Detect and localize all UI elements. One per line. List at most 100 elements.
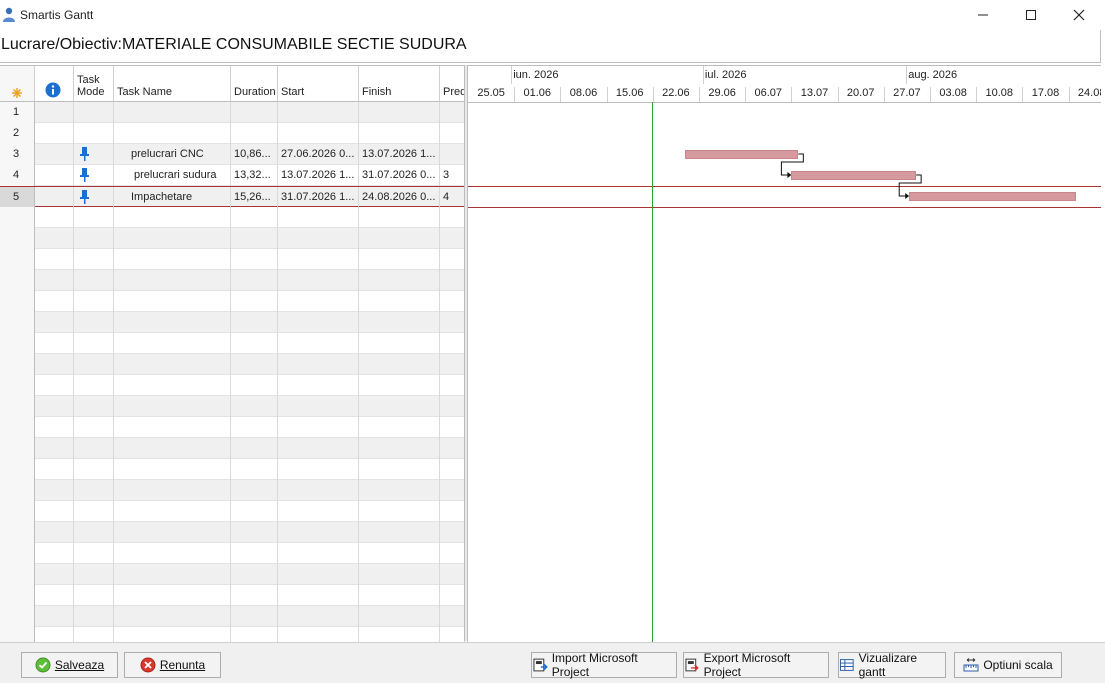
finish-cell[interactable] — [359, 249, 440, 270]
finish-cell[interactable] — [359, 501, 440, 522]
predecessors-cell[interactable] — [440, 102, 465, 123]
table-row[interactable] — [0, 396, 465, 417]
table-row[interactable] — [0, 312, 465, 333]
task-name-cell[interactable]: prelucrari CNC — [114, 144, 231, 165]
row-info-cell[interactable] — [35, 270, 74, 291]
row-number[interactable]: 1 — [0, 102, 35, 123]
row-number[interactable] — [0, 291, 35, 312]
finish-cell[interactable] — [359, 312, 440, 333]
predecessors-cell[interactable]: 4 — [440, 187, 465, 208]
task-name-cell[interactable] — [114, 459, 231, 480]
import-ms-project-button[interactable]: Import Microsoft Project — [531, 651, 677, 679]
start-cell[interactable] — [278, 228, 359, 249]
row-info-cell[interactable] — [35, 522, 74, 543]
task-name-cell[interactable] — [114, 333, 231, 354]
row-info-cell[interactable] — [35, 438, 74, 459]
start-cell[interactable] — [278, 564, 359, 585]
column-header-start[interactable]: Start — [278, 66, 359, 102]
start-cell[interactable] — [278, 102, 359, 123]
row-number[interactable] — [0, 480, 35, 501]
cancel-button[interactable]: Renunta — [124, 652, 221, 678]
row-number[interactable] — [0, 312, 35, 333]
task-mode-cell[interactable] — [74, 543, 114, 564]
row-info-cell[interactable] — [35, 207, 74, 228]
scale-options-button[interactable]: Optiuni scala — [954, 652, 1062, 678]
row-info-cell[interactable] — [35, 417, 74, 438]
maximize-button[interactable] — [1008, 0, 1054, 30]
row-info-cell[interactable] — [35, 249, 74, 270]
table-row[interactable] — [0, 522, 465, 543]
duration-cell[interactable] — [231, 543, 278, 564]
finish-cell[interactable]: 13.07.2026 1... — [359, 144, 440, 165]
column-header-task-mode[interactable]: Task Mode — [74, 66, 114, 102]
start-cell[interactable]: 31.07.2026 1... — [278, 187, 359, 208]
finish-cell[interactable] — [359, 522, 440, 543]
task-mode-cell[interactable] — [74, 459, 114, 480]
task-name-cell[interactable] — [114, 291, 231, 312]
export-ms-project-button[interactable]: Export Microsoft Project — [683, 651, 829, 679]
grid-corner[interactable] — [0, 66, 35, 102]
row-info-cell[interactable] — [35, 627, 74, 642]
start-cell[interactable] — [278, 333, 359, 354]
task-mode-cell[interactable] — [74, 501, 114, 522]
row-number[interactable] — [0, 585, 35, 606]
predecessors-cell[interactable] — [440, 564, 465, 585]
predecessors-cell[interactable] — [440, 270, 465, 291]
finish-cell[interactable] — [359, 627, 440, 642]
finish-cell[interactable]: 24.08.2026 0... — [359, 187, 440, 208]
start-cell[interactable] — [278, 480, 359, 501]
task-mode-cell[interactable] — [74, 165, 114, 186]
predecessors-cell[interactable] — [440, 207, 465, 228]
task-mode-cell[interactable] — [74, 585, 114, 606]
row-number[interactable] — [0, 459, 35, 480]
duration-cell[interactable] — [231, 501, 278, 522]
task-name-cell[interactable] — [114, 606, 231, 627]
predecessors-cell[interactable] — [440, 333, 465, 354]
finish-cell[interactable] — [359, 585, 440, 606]
predecessors-cell[interactable]: 3 — [440, 165, 465, 186]
task-name-cell[interactable] — [114, 522, 231, 543]
column-header-duration[interactable]: Duration — [231, 66, 278, 102]
start-cell[interactable] — [278, 522, 359, 543]
column-header-task-name[interactable]: Task Name — [114, 66, 231, 102]
start-cell[interactable] — [278, 354, 359, 375]
predecessors-cell[interactable] — [440, 312, 465, 333]
finish-cell[interactable] — [359, 291, 440, 312]
start-cell[interactable] — [278, 270, 359, 291]
task-name-cell[interactable]: prelucrari sudura — [114, 165, 231, 186]
table-row[interactable] — [0, 249, 465, 270]
table-row[interactable] — [0, 228, 465, 249]
task-mode-cell[interactable] — [74, 417, 114, 438]
duration-cell[interactable] — [231, 102, 278, 123]
duration-cell[interactable] — [231, 627, 278, 642]
start-cell[interactable] — [278, 606, 359, 627]
start-cell[interactable]: 13.07.2026 1... — [278, 165, 359, 186]
predecessors-cell[interactable] — [440, 228, 465, 249]
duration-cell[interactable] — [231, 396, 278, 417]
task-name-cell[interactable] — [114, 354, 231, 375]
duration-cell[interactable] — [231, 228, 278, 249]
table-row[interactable] — [0, 354, 465, 375]
row-number[interactable] — [0, 438, 35, 459]
task-mode-cell[interactable] — [74, 270, 114, 291]
task-mode-cell[interactable] — [74, 522, 114, 543]
predecessors-cell[interactable] — [440, 396, 465, 417]
predecessors-cell[interactable] — [440, 438, 465, 459]
column-header-finish[interactable]: Finish — [359, 66, 440, 102]
row-number[interactable] — [0, 207, 35, 228]
task-mode-cell[interactable] — [74, 123, 114, 144]
task-mode-cell[interactable] — [74, 564, 114, 585]
task-name-cell[interactable] — [114, 375, 231, 396]
row-number[interactable] — [0, 354, 35, 375]
row-info-cell[interactable] — [35, 228, 74, 249]
start-cell[interactable] — [278, 312, 359, 333]
row-number[interactable]: 5 — [0, 187, 35, 208]
table-row[interactable] — [0, 606, 465, 627]
predecessors-cell[interactable] — [440, 522, 465, 543]
task-mode-cell[interactable] — [74, 354, 114, 375]
table-row[interactable]: 1 — [0, 102, 465, 123]
task-name-cell[interactable] — [114, 207, 231, 228]
task-name-cell[interactable] — [114, 501, 231, 522]
row-info-cell[interactable] — [35, 585, 74, 606]
start-cell[interactable] — [278, 438, 359, 459]
